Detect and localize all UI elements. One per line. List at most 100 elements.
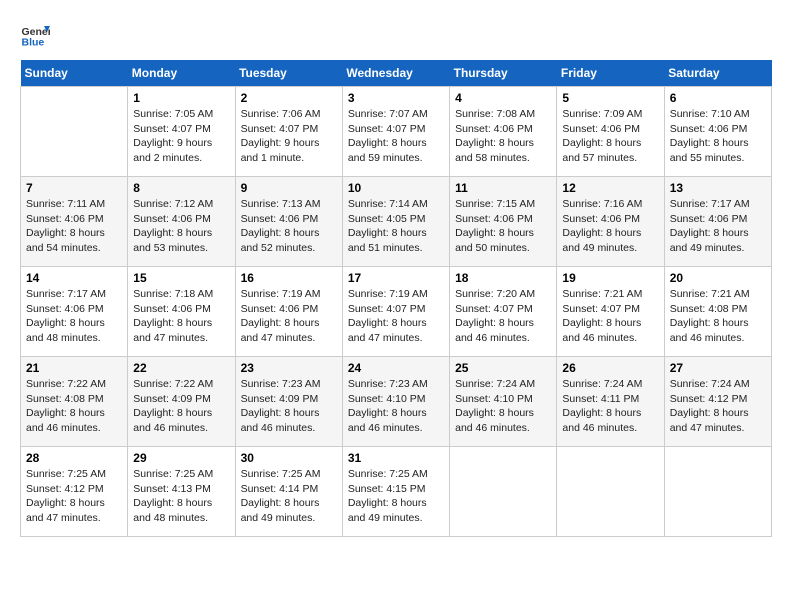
day-content: Sunrise: 7:25 AMSunset: 4:14 PMDaylight:… <box>241 467 337 526</box>
day-header-friday: Friday <box>557 60 664 87</box>
day-number: 30 <box>241 451 337 465</box>
calendar-cell: 5 Sunrise: 7:09 AMSunset: 4:06 PMDaylight… <box>557 87 664 177</box>
calendar-cell <box>21 87 128 177</box>
day-content: Sunrise: 7:10 AMSunset: 4:06 PMDaylight:… <box>670 107 766 166</box>
calendar-cell: 30 Sunrise: 7:25 AMSunset: 4:14 PMDayligh… <box>235 447 342 537</box>
day-number: 8 <box>133 181 229 195</box>
day-number: 1 <box>133 91 229 105</box>
day-content: Sunrise: 7:25 AMSunset: 4:12 PMDaylight:… <box>26 467 122 526</box>
day-content: Sunrise: 7:17 AMSunset: 4:06 PMDaylight:… <box>670 197 766 256</box>
calendar-cell <box>557 447 664 537</box>
calendar-cell: 27 Sunrise: 7:24 AMSunset: 4:12 PMDayligh… <box>664 357 771 447</box>
day-number: 9 <box>241 181 337 195</box>
week-row: 28 Sunrise: 7:25 AMSunset: 4:12 PMDayligh… <box>21 447 772 537</box>
day-number: 2 <box>241 91 337 105</box>
day-number: 28 <box>26 451 122 465</box>
day-number: 21 <box>26 361 122 375</box>
calendar-cell: 7 Sunrise: 7:11 AMSunset: 4:06 PMDaylight… <box>21 177 128 267</box>
calendar-cell: 29 Sunrise: 7:25 AMSunset: 4:13 PMDayligh… <box>128 447 235 537</box>
day-number: 4 <box>455 91 551 105</box>
day-content: Sunrise: 7:19 AMSunset: 4:07 PMDaylight:… <box>348 287 444 346</box>
day-number: 12 <box>562 181 658 195</box>
day-number: 7 <box>26 181 122 195</box>
calendar-cell: 9 Sunrise: 7:13 AMSunset: 4:06 PMDaylight… <box>235 177 342 267</box>
calendar-cell: 16Sunrise: 7:19 AMSunset: 4:06 PMDayligh… <box>235 267 342 357</box>
day-content: Sunrise: 7:25 AMSunset: 4:13 PMDaylight:… <box>133 467 229 526</box>
day-content: Sunrise: 7:23 AMSunset: 4:09 PMDaylight:… <box>241 377 337 436</box>
calendar-cell: 31 Sunrise: 7:25 AMSunset: 4:15 PMDayligh… <box>342 447 449 537</box>
calendar-cell: 26Sunrise: 7:24 AMSunset: 4:11 PMDayligh… <box>557 357 664 447</box>
calendar-cell: 8Sunrise: 7:12 AMSunset: 4:06 PMDaylight… <box>128 177 235 267</box>
calendar-cell: 1 Sunrise: 7:05 AMSunset: 4:07 PMDaylight… <box>128 87 235 177</box>
day-number: 10 <box>348 181 444 195</box>
calendar-cell: 23 Sunrise: 7:23 AMSunset: 4:09 PMDayligh… <box>235 357 342 447</box>
day-number: 25 <box>455 361 551 375</box>
day-number: 23 <box>241 361 337 375</box>
day-content: Sunrise: 7:18 AMSunset: 4:06 PMDaylight:… <box>133 287 229 346</box>
logo: General Blue <box>20 20 54 50</box>
day-content: Sunrise: 7:05 AMSunset: 4:07 PMDaylight:… <box>133 107 229 166</box>
day-content: Sunrise: 7:08 AMSunset: 4:06 PMDaylight:… <box>455 107 551 166</box>
day-content: Sunrise: 7:21 AMSunset: 4:07 PMDaylight:… <box>562 287 658 346</box>
day-number: 11 <box>455 181 551 195</box>
day-content: Sunrise: 7:13 AMSunset: 4:06 PMDaylight:… <box>241 197 337 256</box>
day-number: 5 <box>562 91 658 105</box>
day-number: 26 <box>562 361 658 375</box>
calendar-cell: 10 Sunrise: 7:14 AMSunset: 4:05 PMDayligh… <box>342 177 449 267</box>
day-content: Sunrise: 7:06 AMSunset: 4:07 PMDaylight:… <box>241 107 337 166</box>
day-content: Sunrise: 7:09 AMSunset: 4:06 PMDaylight:… <box>562 107 658 166</box>
calendar-cell: 24 Sunrise: 7:23 AMSunset: 4:10 PMDayligh… <box>342 357 449 447</box>
logo-icon: General Blue <box>20 20 50 50</box>
calendar-cell: 14Sunrise: 7:17 AMSunset: 4:06 PMDayligh… <box>21 267 128 357</box>
day-content: Sunrise: 7:11 AMSunset: 4:06 PMDaylight:… <box>26 197 122 256</box>
calendar-cell: 12 Sunrise: 7:16 AMSunset: 4:06 PMDayligh… <box>557 177 664 267</box>
calendar-cell: 17 Sunrise: 7:19 AMSunset: 4:07 PMDayligh… <box>342 267 449 357</box>
day-header-monday: Monday <box>128 60 235 87</box>
day-number: 16 <box>241 271 337 285</box>
day-content: Sunrise: 7:17 AMSunset: 4:06 PMDaylight:… <box>26 287 122 346</box>
day-number: 18 <box>455 271 551 285</box>
calendar-cell: 6Sunrise: 7:10 AMSunset: 4:06 PMDaylight… <box>664 87 771 177</box>
day-number: 24 <box>348 361 444 375</box>
day-content: Sunrise: 7:25 AMSunset: 4:15 PMDaylight:… <box>348 467 444 526</box>
day-content: Sunrise: 7:22 AMSunset: 4:09 PMDaylight:… <box>133 377 229 436</box>
calendar-cell: 3 Sunrise: 7:07 AMSunset: 4:07 PMDaylight… <box>342 87 449 177</box>
day-number: 17 <box>348 271 444 285</box>
week-row: 14Sunrise: 7:17 AMSunset: 4:06 PMDayligh… <box>21 267 772 357</box>
calendar-table: SundayMondayTuesdayWednesdayThursdayFrid… <box>20 60 772 537</box>
day-header-saturday: Saturday <box>664 60 771 87</box>
day-number: 15 <box>133 271 229 285</box>
week-row: 1 Sunrise: 7:05 AMSunset: 4:07 PMDaylight… <box>21 87 772 177</box>
svg-text:Blue: Blue <box>22 37 45 49</box>
day-content: Sunrise: 7:15 AMSunset: 4:06 PMDaylight:… <box>455 197 551 256</box>
day-content: Sunrise: 7:07 AMSunset: 4:07 PMDaylight:… <box>348 107 444 166</box>
page-header: General Blue <box>20 20 772 50</box>
calendar-cell: 15 Sunrise: 7:18 AMSunset: 4:06 PMDayligh… <box>128 267 235 357</box>
day-number: 27 <box>670 361 766 375</box>
day-number: 19 <box>562 271 658 285</box>
calendar-cell: 20Sunrise: 7:21 AMSunset: 4:08 PMDayligh… <box>664 267 771 357</box>
week-row: 21 Sunrise: 7:22 AMSunset: 4:08 PMDayligh… <box>21 357 772 447</box>
day-content: Sunrise: 7:16 AMSunset: 4:06 PMDaylight:… <box>562 197 658 256</box>
day-content: Sunrise: 7:21 AMSunset: 4:08 PMDaylight:… <box>670 287 766 346</box>
day-content: Sunrise: 7:22 AMSunset: 4:08 PMDaylight:… <box>26 377 122 436</box>
week-row: 7 Sunrise: 7:11 AMSunset: 4:06 PMDaylight… <box>21 177 772 267</box>
calendar-cell: 19 Sunrise: 7:21 AMSunset: 4:07 PMDayligh… <box>557 267 664 357</box>
calendar-cell: 11 Sunrise: 7:15 AMSunset: 4:06 PMDayligh… <box>450 177 557 267</box>
calendar-cell <box>664 447 771 537</box>
day-content: Sunrise: 7:14 AMSunset: 4:05 PMDaylight:… <box>348 197 444 256</box>
day-content: Sunrise: 7:24 AMSunset: 4:10 PMDaylight:… <box>455 377 551 436</box>
day-number: 29 <box>133 451 229 465</box>
calendar-cell: 18 Sunrise: 7:20 AMSunset: 4:07 PMDayligh… <box>450 267 557 357</box>
day-content: Sunrise: 7:20 AMSunset: 4:07 PMDaylight:… <box>455 287 551 346</box>
day-header-wednesday: Wednesday <box>342 60 449 87</box>
calendar-cell: 25 Sunrise: 7:24 AMSunset: 4:10 PMDayligh… <box>450 357 557 447</box>
calendar-cell: 13 Sunrise: 7:17 AMSunset: 4:06 PMDayligh… <box>664 177 771 267</box>
day-content: Sunrise: 7:24 AMSunset: 4:12 PMDaylight:… <box>670 377 766 436</box>
day-header-thursday: Thursday <box>450 60 557 87</box>
day-number: 13 <box>670 181 766 195</box>
day-content: Sunrise: 7:23 AMSunset: 4:10 PMDaylight:… <box>348 377 444 436</box>
day-number: 3 <box>348 91 444 105</box>
day-number: 31 <box>348 451 444 465</box>
calendar-cell <box>450 447 557 537</box>
